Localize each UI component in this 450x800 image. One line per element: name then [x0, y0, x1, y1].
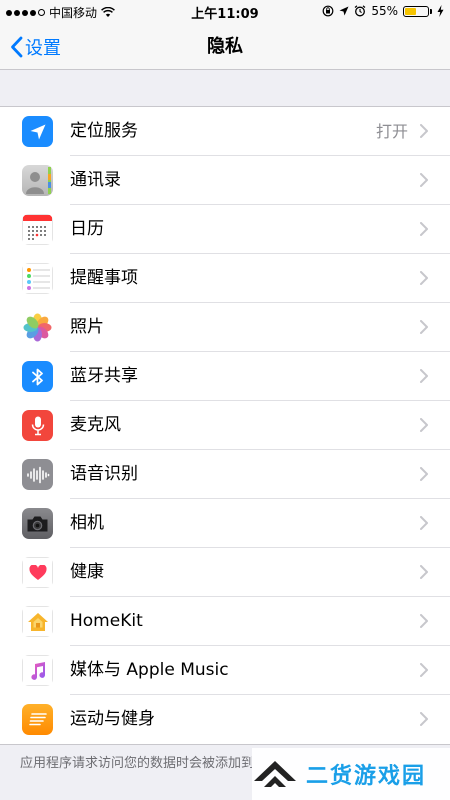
- watermark-logo-icon: [254, 761, 296, 787]
- chevron-right-icon: [420, 418, 428, 432]
- list-item-label: 麦克风: [70, 415, 121, 435]
- list-item-label: 日历: [70, 219, 104, 239]
- chevron-right-icon: [420, 614, 428, 628]
- microphone-icon: [22, 410, 53, 441]
- chevron-right-icon: [420, 663, 428, 677]
- photos-icon: [22, 312, 53, 343]
- chevron-right-icon: [420, 173, 428, 187]
- chevron-right-icon: [420, 320, 428, 334]
- list-item-label: 定位服务: [70, 121, 138, 141]
- motion-fitness-icon: [22, 704, 53, 735]
- list-item-label: 通讯录: [70, 170, 121, 190]
- music-icon: [22, 655, 53, 686]
- chevron-right-icon: [420, 467, 428, 481]
- list-item-label: HomeKit: [70, 611, 143, 631]
- list-item[interactable]: 相机: [0, 499, 450, 548]
- homekit-icon: [22, 606, 53, 637]
- chevron-right-icon: [420, 124, 428, 138]
- page-title: 隐私: [207, 36, 243, 57]
- reminders-icon: [22, 263, 53, 294]
- list-item-label: 健康: [70, 562, 104, 582]
- list-item[interactable]: 媒体与 Apple Music: [0, 646, 450, 695]
- list-item-label: 照片: [70, 317, 104, 337]
- bluetooth-icon: [22, 361, 53, 392]
- battery-icon: [403, 5, 429, 17]
- chevron-right-icon: [420, 271, 428, 285]
- watermark: 二货游戏园: [252, 748, 450, 800]
- chevron-right-icon: [420, 222, 428, 236]
- orientation-lock-icon: [322, 5, 334, 17]
- screen: 中国移动 上午11:09 55% 设置 隐私 定位服务 打开 通讯录 日历 提醒…: [0, 0, 450, 800]
- list-item[interactable]: 运动与健身: [0, 695, 450, 744]
- list-item[interactable]: HomeKit: [0, 597, 450, 646]
- list-item[interactable]: 蓝牙共享: [0, 352, 450, 401]
- chevron-right-icon: [420, 565, 428, 579]
- list-item[interactable]: 定位服务 打开: [0, 107, 450, 156]
- chevron-right-icon: [420, 369, 428, 383]
- nav-bar: 设置 隐私: [0, 24, 450, 70]
- chevron-right-icon: [420, 516, 428, 530]
- list-item[interactable]: 日历: [0, 205, 450, 254]
- footer-note: 应用程序请求访问您的数据时会被添加到以上类别。: [20, 756, 252, 771]
- battery-fill: [405, 7, 417, 15]
- list-item[interactable]: 健康: [0, 548, 450, 597]
- camera-icon: [22, 508, 53, 539]
- list-item[interactable]: 提醒事项: [0, 254, 450, 303]
- list-item-label: 相机: [70, 513, 104, 533]
- battery-percent: 55%: [371, 4, 398, 18]
- list-item[interactable]: 通讯录: [0, 156, 450, 205]
- list-item-label: 提醒事项: [70, 268, 138, 288]
- speech-recognition-icon: [22, 459, 53, 490]
- list-item[interactable]: 麦克风: [0, 401, 450, 450]
- location-status-icon: [339, 6, 349, 16]
- status-bar: 中国移动 上午11:09 55%: [0, 0, 450, 24]
- charging-icon: [437, 5, 444, 17]
- list-item-label: 蓝牙共享: [70, 366, 138, 386]
- battery-cap: [430, 8, 432, 14]
- list-item-label: 媒体与 Apple Music: [70, 660, 229, 680]
- list-item-label: 语音识别: [70, 464, 138, 484]
- health-icon: [22, 557, 53, 588]
- list-item-value: 打开: [375, 122, 408, 141]
- list-item[interactable]: 照片: [0, 303, 450, 352]
- status-right: 55%: [322, 4, 444, 18]
- calendar-icon: [22, 214, 53, 245]
- location-icon: [22, 116, 53, 147]
- chevron-right-icon: [420, 712, 428, 726]
- list-item[interactable]: 语音识别: [0, 450, 450, 499]
- alarm-icon: [354, 5, 366, 17]
- privacy-list: 定位服务 打开通讯录日历提醒事项照片蓝牙共享麦克风语音识别相机健康 HomeKit 媒…: [0, 106, 450, 745]
- watermark-text: 二货游戏园: [306, 764, 427, 789]
- list-item-label: 运动与健身: [70, 709, 155, 729]
- contacts-icon: [22, 165, 53, 196]
